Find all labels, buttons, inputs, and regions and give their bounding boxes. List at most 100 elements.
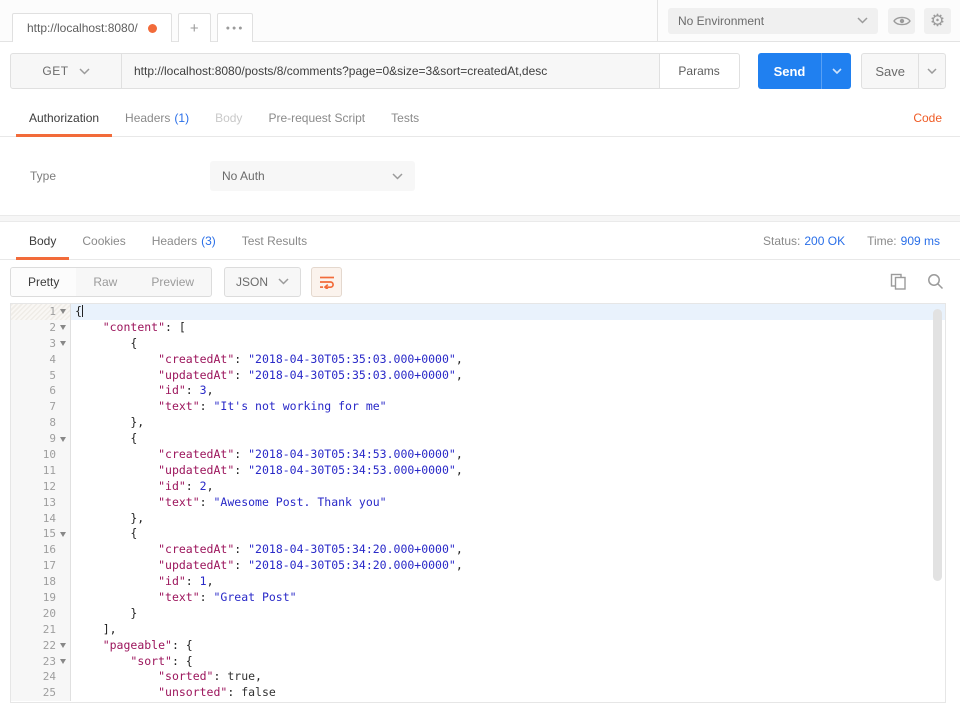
format-select-value: JSON bbox=[236, 274, 269, 289]
request-tab-title: http://localhost:8080/ bbox=[27, 21, 138, 35]
chevron-down-icon bbox=[927, 68, 937, 74]
params-button[interactable]: Params bbox=[659, 53, 740, 89]
code-line: 7 "text": "It's not working for me" bbox=[11, 399, 945, 416]
line-number: 18 bbox=[42, 575, 56, 589]
line-number: 17 bbox=[42, 559, 56, 573]
code-line: 12 "id": 2, bbox=[11, 478, 945, 495]
chevron-down-icon bbox=[79, 67, 90, 75]
response-status: Status: 200 OK bbox=[763, 234, 845, 248]
chevron-down-icon bbox=[857, 17, 868, 24]
view-mode-pretty[interactable]: Pretty bbox=[11, 267, 77, 296]
gutter: 18 bbox=[11, 574, 71, 591]
code-text: "updatedAt": "2018-04-30T05:34:20.000+00… bbox=[158, 558, 463, 573]
time-value: 909 ms bbox=[900, 233, 940, 248]
request-tabs: Authorization Headers (1) Body Pre-request S… bbox=[0, 100, 960, 137]
response-toolbar: Pretty Raw Preview JSON bbox=[0, 260, 960, 303]
code-line: 24 "sorted": true, bbox=[11, 669, 945, 686]
code-line: 3 { bbox=[11, 335, 945, 352]
auth-type-select[interactable]: No Auth bbox=[210, 161, 415, 191]
request-response-splitter[interactable] bbox=[0, 215, 960, 222]
request-tab[interactable]: http://localhost:8080/ bbox=[12, 13, 172, 42]
code-line: 15 { bbox=[11, 526, 945, 543]
copy-response-button[interactable] bbox=[890, 273, 907, 290]
send-options-button[interactable] bbox=[821, 53, 851, 89]
more-tabs-button[interactable]: ●●● bbox=[216, 13, 254, 42]
environment-select-value: No Environment bbox=[678, 13, 765, 28]
save-button[interactable]: Save bbox=[862, 54, 918, 88]
fold-toggle-icon[interactable] bbox=[60, 309, 66, 315]
code-line: 14 }, bbox=[11, 510, 945, 527]
environment-quick-look-button[interactable] bbox=[888, 7, 915, 34]
save-options-button[interactable] bbox=[918, 54, 945, 88]
code-line: 1{ bbox=[11, 304, 945, 320]
line-number: 2 bbox=[49, 320, 56, 334]
url-input[interactable]: http://localhost:8080/posts/8/comments?p… bbox=[122, 53, 660, 89]
response-tab-body[interactable]: Body bbox=[16, 222, 70, 260]
gutter: 19 bbox=[11, 590, 71, 606]
settings-button[interactable]: ⚙ bbox=[924, 7, 951, 34]
fold-toggle-icon[interactable] bbox=[60, 341, 66, 347]
new-tab-button[interactable]: + bbox=[177, 13, 211, 42]
code-text: "createdAt": "2018-04-30T05:34:53.000+00… bbox=[158, 447, 463, 462]
gutter: 16 bbox=[11, 542, 71, 559]
send-button-group: Send bbox=[757, 53, 852, 89]
send-button[interactable]: Send bbox=[758, 53, 822, 89]
code-text: "id": 2, bbox=[158, 478, 214, 493]
code-text: "text": "It's not working for me" bbox=[158, 399, 387, 414]
code-text: "updatedAt": "2018-04-30T05:35:03.000+00… bbox=[158, 367, 463, 382]
code-line: 4 "createdAt": "2018-04-30T05:35:03.000+… bbox=[11, 351, 945, 368]
search-response-button[interactable] bbox=[927, 273, 944, 290]
code-line: 18 "id": 1, bbox=[11, 574, 945, 591]
fold-toggle-icon[interactable] bbox=[60, 659, 66, 665]
fold-toggle-icon[interactable] bbox=[60, 325, 66, 331]
response-tab-test-results[interactable]: Test Results bbox=[229, 222, 320, 259]
environment-select[interactable]: No Environment bbox=[668, 7, 878, 34]
chevron-down-icon bbox=[832, 68, 842, 74]
code-line: 9 { bbox=[11, 431, 945, 448]
view-mode-raw[interactable]: Raw bbox=[76, 268, 134, 296]
line-number: 5 bbox=[49, 368, 56, 382]
response-time: Time: 909 ms bbox=[867, 234, 940, 248]
code-line: 2 "content": [ bbox=[11, 319, 945, 336]
fold-toggle-icon[interactable] bbox=[60, 643, 66, 649]
line-number: 11 bbox=[42, 463, 56, 477]
method-select-value: GET bbox=[42, 64, 69, 78]
save-button-group: Save bbox=[861, 53, 946, 89]
gutter: 6 bbox=[11, 383, 71, 400]
scrollbar-thumb[interactable] bbox=[933, 309, 942, 581]
response-tab-cookies[interactable]: Cookies bbox=[69, 222, 138, 259]
gutter: 21 bbox=[11, 621, 71, 638]
tab-tests[interactable]: Tests bbox=[378, 100, 432, 136]
line-number: 19 bbox=[42, 591, 56, 605]
wrap-text-icon bbox=[319, 275, 335, 289]
line-number: 10 bbox=[42, 448, 56, 462]
format-select[interactable]: JSON bbox=[224, 266, 302, 297]
tab-headers[interactable]: Headers (1) bbox=[112, 100, 202, 136]
gutter: 12 bbox=[11, 478, 71, 495]
fold-toggle-icon[interactable] bbox=[60, 531, 66, 537]
response-tab-headers[interactable]: Headers (3) bbox=[139, 222, 229, 259]
line-number: 24 bbox=[42, 670, 56, 684]
code-text: }, bbox=[75, 510, 145, 525]
code-line: 10 "createdAt": "2018-04-30T05:34:53.000… bbox=[11, 447, 945, 463]
line-number: 15 bbox=[42, 527, 56, 541]
code-text: { bbox=[75, 335, 138, 350]
tab-pre-request-script[interactable]: Pre-request Script bbox=[255, 100, 378, 136]
line-number: 6 bbox=[49, 384, 56, 398]
authorization-panel: Type No Auth bbox=[0, 137, 960, 215]
response-body-editor[interactable]: 1{2 "content": [3 {4 "createdAt": "2018-… bbox=[10, 303, 946, 703]
code-line: 20 } bbox=[11, 605, 945, 622]
gutter: 25 bbox=[11, 685, 71, 702]
view-mode-preview[interactable]: Preview bbox=[134, 268, 211, 296]
line-number: 14 bbox=[42, 511, 56, 525]
method-select[interactable]: GET bbox=[10, 53, 122, 89]
code-text: }, bbox=[75, 415, 145, 430]
code-link[interactable]: Code bbox=[913, 111, 944, 125]
code-line: 21 ], bbox=[11, 621, 945, 638]
gutter: 11 bbox=[11, 462, 71, 479]
line-number: 16 bbox=[42, 543, 56, 557]
wrap-text-button[interactable] bbox=[311, 266, 343, 297]
fold-toggle-icon[interactable] bbox=[60, 436, 66, 442]
tab-body[interactable]: Body bbox=[202, 100, 255, 136]
tab-authorization[interactable]: Authorization bbox=[16, 100, 113, 137]
